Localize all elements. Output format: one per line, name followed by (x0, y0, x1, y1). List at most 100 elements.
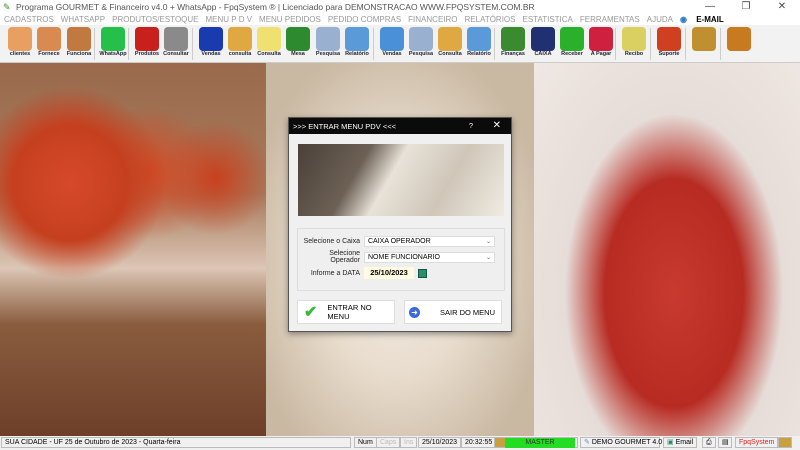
calendar-icon[interactable] (418, 268, 427, 278)
exit-menu-button[interactable]: ➜ SAIR DO MENU (404, 300, 502, 324)
maximize-button[interactable]: ❐ (728, 0, 764, 13)
email-icon: ◉ (679, 14, 687, 24)
menu-item-menu-pedidos[interactable]: MENU PEDIDOS (259, 15, 321, 24)
monitor-icon[interactable]: ▤ (718, 437, 732, 448)
caixa-icon (531, 27, 555, 51)
minimize-button[interactable]: — (692, 0, 728, 13)
menu-item-ferramentas[interactable]: FERRAMENTAS (580, 15, 640, 24)
dialog-title-bar: >>> ENTRAR MENU PDV <<< ? ✕ (289, 118, 511, 134)
operador-label: Selecione Operador (329, 250, 360, 264)
toolbar-button-relat-rio[interactable]: Relatório (464, 26, 494, 62)
clientes-icon (8, 27, 32, 51)
toolbar-button-relat-rio[interactable]: Relatório (342, 26, 372, 62)
consulta-icon (257, 27, 281, 51)
help-button[interactable]: ? (469, 121, 473, 130)
menu-item-estatistica[interactable]: ESTATISTICA (523, 15, 573, 24)
menu-item-menu-p-d-v[interactable]: MENU P D V (206, 15, 253, 24)
coins-icon (692, 27, 716, 51)
menu-item-email[interactable]: ◉ E-MAIL (680, 15, 731, 24)
toolbar-button-recibo[interactable]: Recibo (619, 26, 649, 62)
menu-item-whatsapp[interactable]: WHATSAPP (61, 15, 105, 24)
menu-item-cadastros[interactable]: CADASTROS (4, 15, 54, 24)
operador-select[interactable]: NOME FUNCIONARIO ⌄ (364, 251, 495, 263)
toolbar-button-funciona[interactable]: Funciona (64, 26, 94, 62)
caixa-label: Selecione o Caixa (303, 237, 360, 245)
status-location: SUA CIDADE - UF 25 de Outubro de 2023 - … (1, 437, 351, 448)
toolbar-button-suporte[interactable]: Suporte (654, 26, 684, 62)
menu-email-label: E-MAIL (696, 14, 724, 24)
dialog-close-button[interactable]: ✕ (493, 120, 501, 131)
toolbar-button-consultar[interactable]: Consultar (161, 26, 191, 62)
close-button[interactable]: ✕ (764, 0, 800, 13)
status-num: Num (354, 437, 377, 448)
menu-item-pedido-compras[interactable]: PEDIDO COMPRAS (328, 15, 401, 24)
vendas-icon (380, 27, 404, 51)
status-date: 25/10/2023 (418, 437, 462, 448)
background-photo-right (534, 63, 800, 436)
mesa-icon (286, 27, 310, 51)
pesquisa-icon (409, 27, 433, 51)
status-bar: SUA CIDADE - UF 25 de Outubro de 2023 - … (0, 436, 800, 450)
finan-as-icon (501, 27, 525, 51)
consulta-icon (438, 27, 462, 51)
menu-item-ajuda[interactable]: AJUDA (647, 15, 673, 24)
pdv-form: Selecione o Caixa CAIXA OPERADOR ⌄ Seleci… (297, 228, 505, 291)
exit-menu-label: SAIR DO MENU (440, 307, 496, 317)
status-company: ✎ DEMO GOURMET 4.0 (580, 437, 663, 448)
a-pagar-icon (589, 27, 613, 51)
date-input[interactable]: 25/10/2023 (364, 267, 414, 279)
enter-menu-button[interactable]: ✔ ENTRAR NO MENU (297, 300, 395, 324)
email-button[interactable]: ▣ Email (663, 437, 698, 448)
app-icon: ✎ (3, 1, 11, 12)
receber-icon (560, 27, 584, 51)
caixa-select[interactable]: CAIXA OPERADOR ⌄ (364, 235, 495, 247)
toolbar: clientes Fornece Funciona WhatsApp Produtos C… (0, 25, 800, 63)
whatsapp-icon (101, 27, 125, 51)
toolbar-button-exit[interactable] (724, 26, 754, 62)
email-label: Email (675, 439, 694, 446)
status-time: 20:32:55 (461, 437, 497, 448)
keyboard-banner-image (298, 144, 504, 216)
consulta-icon (228, 27, 252, 51)
status-user: MASTER (505, 438, 575, 448)
arrow-right-icon: ➜ (409, 306, 420, 318)
relat-rio-icon (345, 27, 369, 51)
status-company-text: DEMO GOURMET 4.0 (591, 439, 663, 446)
title-bar: ✎ Programa GOURMET & Financeiro v4.0 + W… (0, 0, 800, 13)
relat-rio-icon (467, 27, 491, 51)
users-icon (778, 437, 792, 448)
toolbar-label: Suporte (658, 51, 680, 57)
chevron-down-icon: ⌄ (485, 254, 491, 261)
window-title: Programa GOURMET & Financeiro v4.0 + Wha… (16, 1, 535, 12)
toolbar-button-coins[interactable] (689, 26, 719, 62)
data-label: Informe a DATA (310, 269, 360, 277)
fornece-icon (37, 27, 61, 51)
funciona-icon (67, 27, 91, 51)
background-photo-left (0, 63, 266, 436)
pesquisa-icon (316, 27, 340, 51)
suporte-icon (657, 27, 681, 51)
dialog-title: >>> ENTRAR MENU PDV <<< (293, 121, 396, 131)
caixa-select-value: CAIXA OPERADOR (368, 237, 431, 245)
company-icon: ✎ (584, 439, 592, 446)
toolbar-button-a-pagar[interactable]: A Pagar (586, 26, 616, 62)
menu-bar: CADASTROS WHATSAPP PRODUTOS/ESTOQUE MENU P … (0, 13, 800, 25)
chevron-down-icon: ⌄ (485, 238, 491, 245)
menu-item-relat-rios[interactable]: RELATÓRIOS (465, 15, 516, 24)
toolbar-button-whatsapp[interactable]: WhatsApp (98, 26, 128, 62)
printer-icon[interactable]: ⎙ (702, 437, 716, 448)
status-caps: Caps (376, 437, 401, 448)
operador-select-value: NOME FUNCIONARIO (368, 253, 440, 261)
recibo-icon (622, 27, 646, 51)
status-brand: FpqSystem (735, 437, 779, 448)
vendas-icon (199, 27, 223, 51)
enter-menu-label: ENTRAR NO MENU (327, 303, 372, 321)
status-ins: Ins (400, 437, 418, 448)
menu-item-produtos-estoque[interactable]: PRODUTOS/ESTOQUE (112, 15, 198, 24)
toolbar-separator (720, 28, 721, 60)
consultar-icon (164, 27, 188, 51)
menu-item-financeiro[interactable]: FINANCEIRO (408, 15, 457, 24)
exit-icon (727, 27, 751, 51)
checkmark-icon: ✔ (304, 304, 318, 321)
email-icon: ▣ (667, 439, 676, 446)
